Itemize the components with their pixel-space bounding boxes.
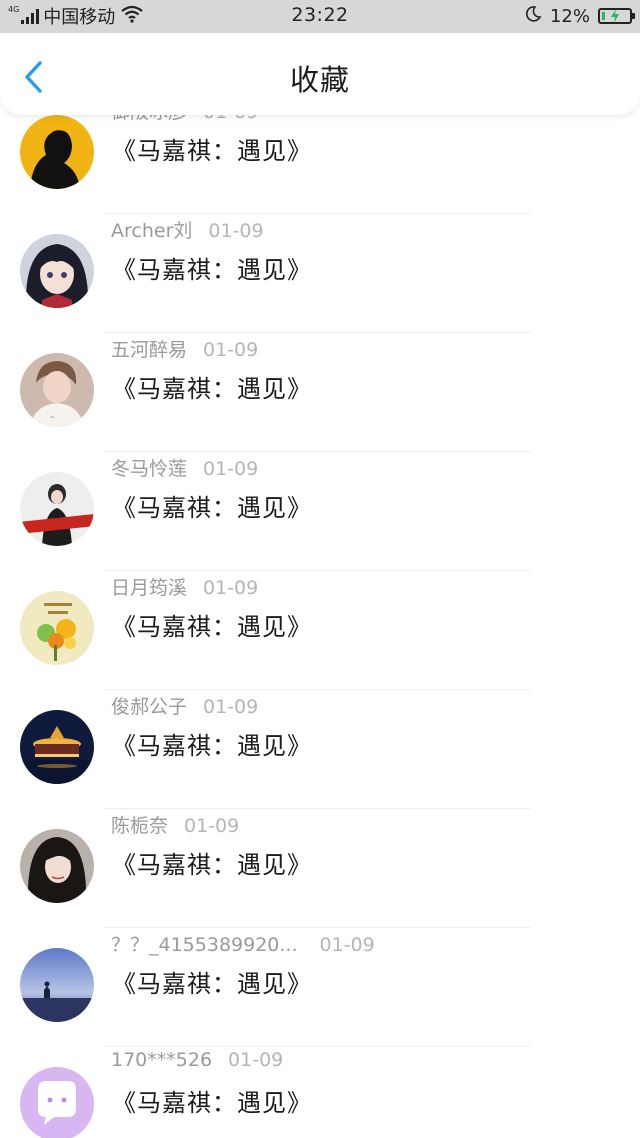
list-item[interactable]: ？？_4155389920... 01-09 《马嘉祺：遇见》 bbox=[0, 928, 640, 1047]
user-name: 五河醉易 bbox=[111, 339, 188, 361]
page-title: 收藏 bbox=[289, 63, 350, 97]
list-item[interactable]: 日月筠溪 01-09 《马嘉祺：遇见》 bbox=[0, 571, 640, 690]
moon-icon bbox=[524, 5, 542, 28]
item-date: 01-09 bbox=[208, 220, 264, 242]
list-item[interactable]: 御阪冰彦 01-09 《马嘉祺：遇见》 bbox=[0, 115, 640, 214]
list-item[interactable]: 陈栀奈 01-09 《马嘉祺：遇见》 bbox=[0, 809, 640, 928]
avatar bbox=[20, 591, 94, 665]
item-meta: 陈栀奈 01-09 bbox=[111, 811, 239, 838]
avatar: ~ bbox=[20, 353, 94, 427]
user-name: 陈栀奈 bbox=[111, 815, 169, 837]
list-item[interactable]: Archer刘 01-09 《马嘉祺：遇见》 bbox=[0, 214, 640, 333]
item-date: 01-09 bbox=[184, 815, 240, 837]
user-name: 俊郝公子 bbox=[111, 696, 188, 718]
battery-icon bbox=[598, 8, 635, 24]
avatar bbox=[20, 234, 94, 308]
item-title: 《马嘉祺：遇见》 bbox=[112, 137, 312, 165]
item-date: 01-09 bbox=[203, 696, 259, 718]
item-title: 《马嘉祺：遇见》 bbox=[112, 1089, 312, 1117]
item-meta: 冬马怜莲 01-09 bbox=[111, 454, 258, 481]
battery-percent: 12% bbox=[549, 5, 590, 27]
item-title: 《马嘉祺：遇见》 bbox=[112, 851, 312, 879]
user-name: 170***526 bbox=[111, 1049, 213, 1071]
favorites-list: 御阪冰彦 01-09 《马嘉祺：遇见》 Archer刘 01-09 《马嘉祺：遇见》 bbox=[0, 115, 640, 1138]
item-date: 01-09 bbox=[228, 1049, 284, 1071]
user-name: ？？_4155389920... bbox=[111, 934, 298, 956]
item-meta: ？？_4155389920... 01-09 bbox=[111, 930, 375, 957]
item-date: 01-09 bbox=[319, 934, 375, 956]
item-meta: 俊郝公子 01-09 bbox=[111, 692, 258, 719]
avatar bbox=[20, 710, 94, 784]
item-date: 01-09 bbox=[203, 577, 259, 599]
item-title: 《马嘉祺：遇见》 bbox=[112, 494, 312, 522]
item-title: 《马嘉祺：遇见》 bbox=[112, 256, 312, 284]
avatar bbox=[20, 948, 94, 1022]
item-meta: 御阪冰彦 01-09 bbox=[111, 115, 258, 124]
item-date: 01-09 bbox=[203, 115, 258, 123]
item-date: 01-09 bbox=[203, 458, 259, 480]
user-name: Archer刘 bbox=[111, 220, 193, 242]
nav-bar: 收藏 bbox=[0, 33, 640, 115]
svg-text:~: ~ bbox=[50, 414, 55, 421]
item-meta: Archer刘 01-09 bbox=[111, 216, 264, 243]
list-item[interactable]: 冬马怜莲 01-09 《马嘉祺：遇见》 bbox=[0, 452, 640, 571]
avatar bbox=[20, 472, 94, 546]
item-title: 《马嘉祺：遇见》 bbox=[112, 375, 312, 403]
item-title: 《马嘉祺：遇见》 bbox=[112, 970, 312, 998]
avatar bbox=[20, 829, 94, 903]
status-bar: 4G 中国移动 23:22 12% bbox=[0, 0, 640, 33]
item-meta: 170***526 01-09 bbox=[111, 1049, 283, 1071]
item-meta: 五河醉易 01-09 bbox=[111, 335, 258, 362]
avatar bbox=[20, 115, 94, 189]
list-item[interactable]: 170***526 01-09 《马嘉祺：遇见》 bbox=[0, 1047, 640, 1138]
user-name: 日月筠溪 bbox=[111, 577, 188, 599]
item-title: 《马嘉祺：遇见》 bbox=[112, 613, 312, 641]
status-right: 12% bbox=[524, 4, 635, 28]
user-name: 冬马怜莲 bbox=[111, 458, 188, 480]
avatar bbox=[20, 1067, 94, 1138]
list-item[interactable]: 俊郝公子 01-09 《马嘉祺：遇见》 bbox=[0, 690, 640, 809]
item-title: 《马嘉祺：遇见》 bbox=[112, 732, 312, 760]
item-date: 01-09 bbox=[203, 339, 259, 361]
item-meta: 日月筠溪 01-09 bbox=[111, 573, 258, 600]
user-name: 御阪冰彦 bbox=[111, 115, 187, 123]
list-item[interactable]: ~ 五河醉易 01-09 《马嘉祺：遇见》 bbox=[0, 333, 640, 452]
